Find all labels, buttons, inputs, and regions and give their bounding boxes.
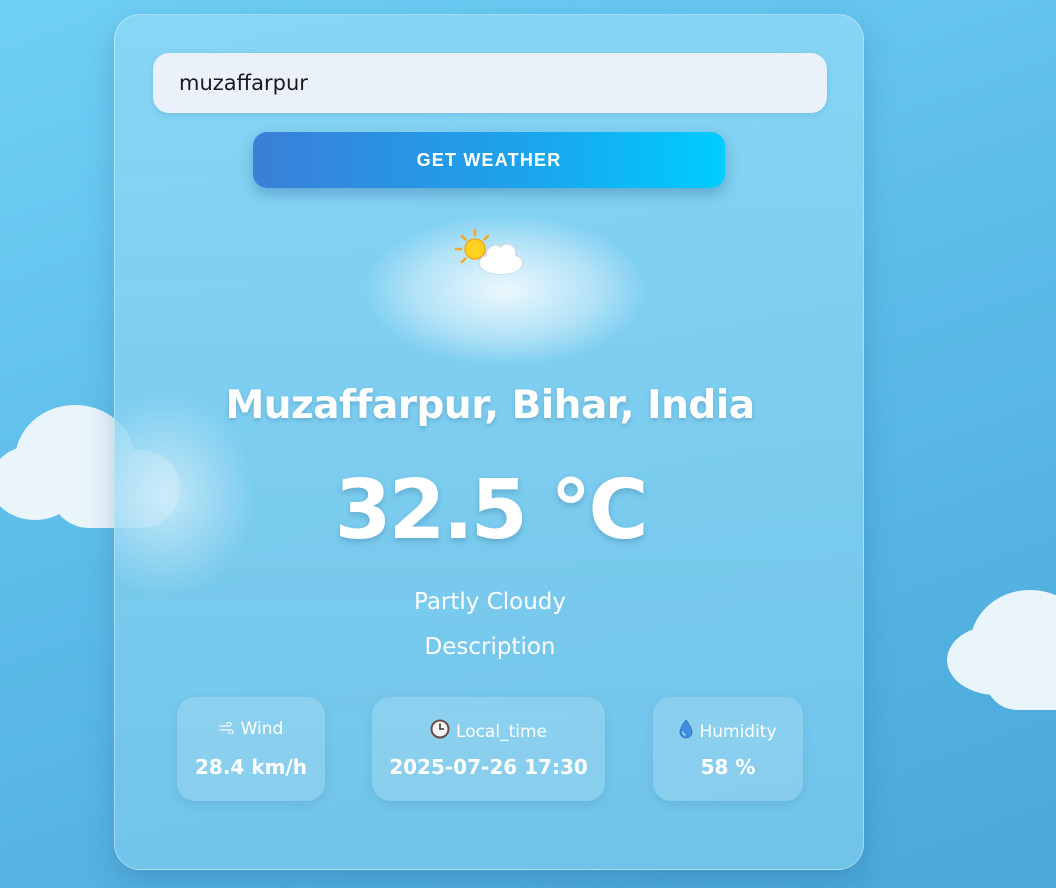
humidity-label: Humidity <box>699 721 777 742</box>
wind-icon <box>218 719 235 739</box>
weather-card: GET WEATHER Muzaffarpur, Bihar, India 32… <box>114 14 864 870</box>
get-weather-button[interactable]: GET WEATHER <box>253 132 725 188</box>
local-time-stat-card: Local_time 2025-07-26 17:30 <box>372 697 605 801</box>
wind-label: Wind <box>240 719 284 739</box>
location-name: Muzaffarpur, Bihar, India <box>225 383 755 428</box>
wind-stat-card: Wind 28.4 km/h <box>177 697 325 801</box>
temperature: 32.5 °C <box>334 463 648 558</box>
humidity-stat-card: Humidity 58 % <box>653 697 803 801</box>
clock-icon <box>430 719 450 744</box>
weather-condition: Partly Cloudy <box>413 589 567 615</box>
sun-behind-cloud-icon <box>453 225 529 281</box>
wind-value: 28.4 km/h <box>195 755 307 779</box>
local-time-value: 2025-07-26 17:30 <box>389 755 588 779</box>
background-cloud-right <box>945 585 1056 715</box>
droplet-icon <box>679 719 693 744</box>
humidity-value: 58 % <box>700 755 756 779</box>
weather-description: Description <box>424 634 556 660</box>
city-search-input[interactable] <box>153 53 827 113</box>
local-time-label: Local_time <box>456 721 547 742</box>
